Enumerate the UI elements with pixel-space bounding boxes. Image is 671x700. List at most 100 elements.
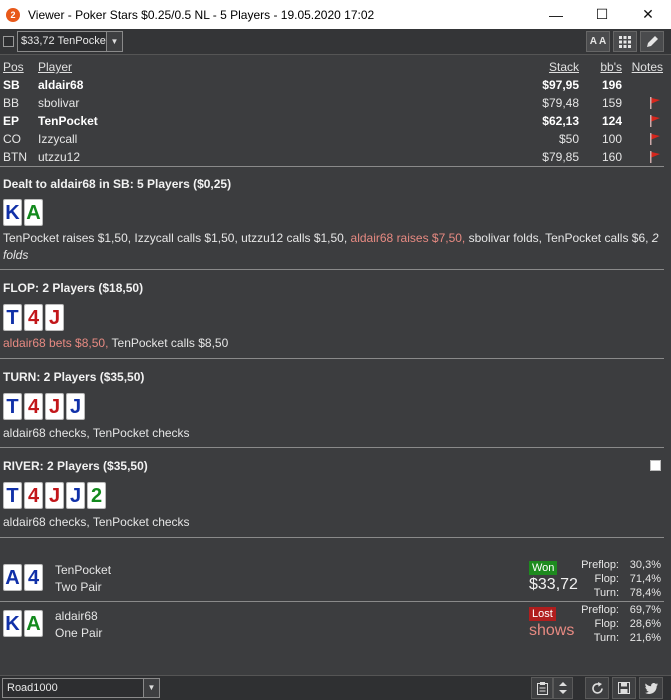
equity-label: Flop: [594,618,619,630]
river-checkbox[interactable] [650,460,661,471]
twitter-icon [644,682,658,694]
player-row[interactable]: SB aldair68 $97,95 196 [0,76,671,94]
player-row[interactable]: EP TenPocket $62,13 124 [0,112,671,130]
equity-table: Preflop: 30,3% Flop: 71,4% Turn: 78,4% [559,558,661,600]
action-text: TenPocket raises $1,50, Izzycall calls $… [3,231,351,245]
card: A [3,564,22,591]
pencil-icon [646,36,658,47]
maximize-button[interactable]: ☐ [579,0,625,29]
equity-value: 21,6% [629,632,661,644]
grid-icon [619,35,631,48]
window-title: Viewer - Poker Stars $0.25/0.5 NL - 5 Pl… [28,7,375,22]
result-hand: One Pair [55,626,103,640]
card: J [45,393,64,420]
action-text: sbolivar folds, TenPocket calls $6, [468,231,652,245]
turn-title: TURN: 2 Players ($35,50) [3,370,145,384]
equity-value: 71,4% [629,573,661,585]
card: A [24,610,43,637]
card: A [24,199,43,226]
select-checkbox[interactable] [3,36,14,47]
user-select-value: Road1000 [7,682,58,694]
flop-title: FLOP: 2 Players ($18,50) [3,281,144,295]
turn-cards: T 4 J J [3,393,85,420]
refresh-button[interactable] [585,677,609,699]
clipboard-icon [536,681,548,695]
hole-cards: K A [3,199,43,226]
showdown-cards: K A [3,610,43,637]
toolbar: $33,72 TenPocket ▼ A A [0,29,671,55]
updown-icon [559,682,567,694]
flop-action: aldair68 bets $8,50, TenPocket calls $8,… [3,335,663,352]
hand-select-dropdown[interactable]: $33,72 TenPocket ▼ [17,31,123,52]
player-pos: BTN [3,150,27,164]
equity-label: Turn: [593,587,619,599]
card: 4 [24,482,43,509]
turn-action: aldair68 checks, TenPocket checks [3,426,190,440]
player-row[interactable]: CO Izzycall $50 100 [0,130,671,148]
card: T [3,393,22,420]
players-table: Pos Player Stack bb's Notes SB aldair68 … [0,58,671,166]
title-bar: 2 Viewer - Poker Stars $0.25/0.5 NL - 5 … [0,0,671,29]
equity-value: 28,6% [629,618,661,630]
lost-badge: Lost [529,607,556,621]
card: 4 [24,393,43,420]
equity-value: 30,3% [629,559,661,571]
grid-button[interactable] [613,31,637,52]
player-row[interactable]: BTN utzzu12 $79,85 160 [0,148,671,166]
player-name: TenPocket [38,114,98,128]
order-button[interactable] [553,677,573,699]
divider [0,447,664,448]
chevron-down-icon[interactable]: ▼ [106,32,122,51]
card: K [3,610,22,637]
note-flag-icon[interactable] [649,97,661,109]
equity-label: Turn: [593,632,619,644]
river-title: RIVER: 2 Players ($35,50) [3,459,148,473]
player-stack: $79,48 [542,96,579,110]
player-pos: CO [3,132,21,146]
divider [0,537,664,538]
header-bb[interactable]: bb's [600,60,622,74]
header-stack[interactable]: Stack [549,60,579,74]
note-flag-icon[interactable] [649,115,661,127]
header-pos[interactable]: Pos [3,60,24,74]
player-name: sbolivar [38,96,80,110]
chevron-down-icon[interactable]: ▼ [143,679,159,697]
player-stack: $62,13 [542,114,579,128]
save-button[interactable] [612,677,636,699]
won-badge: Won [529,561,558,575]
flop-cards: T 4 J [3,304,64,331]
preflop-action: TenPocket raises $1,50, Izzycall calls $… [3,230,663,264]
card: J [66,393,85,420]
card: 2 [87,482,106,509]
font-size-button[interactable]: A A [586,31,610,52]
card: J [45,482,64,509]
players-header: Pos Player Stack bb's Notes [0,58,671,76]
player-pos: BB [3,96,20,110]
equity-value: 78,4% [629,587,661,599]
note-flag-icon[interactable] [649,151,661,163]
result-player: aldair68 [55,609,98,623]
player-bb: 159 [601,96,622,110]
refresh-icon [591,681,603,694]
status-bar: Road1000 ▼ [0,675,671,700]
header-player[interactable]: Player [38,60,72,74]
player-name: Izzycall [38,132,78,146]
note-flag-icon[interactable] [649,133,661,145]
close-button[interactable]: ✕ [625,0,671,29]
player-row[interactable]: BB sbolivar $79,48 159 [0,94,671,112]
result-hand: Two Pair [55,580,102,594]
clipboard-button[interactable] [531,677,553,699]
save-icon [618,682,630,694]
action-text: TenPocket calls $8,50 [111,336,229,350]
twitter-button[interactable] [639,677,663,699]
user-select-dropdown[interactable]: Road1000 ▼ [2,678,160,698]
player-stack: $97,95 [542,78,579,92]
minimize-button[interactable]: — [533,0,579,29]
hero-action-text: aldair68 raises $7,50, [350,231,469,245]
edit-button[interactable] [640,31,664,52]
header-notes[interactable]: Notes [632,60,663,74]
card: 4 [24,304,43,331]
equity-table: Preflop: 69,7% Flop: 28,6% Turn: 21,6% [559,603,661,645]
river-action: aldair68 checks, TenPocket checks [3,515,190,529]
hero-action-text: aldair68 bets $8,50, [3,336,112,350]
